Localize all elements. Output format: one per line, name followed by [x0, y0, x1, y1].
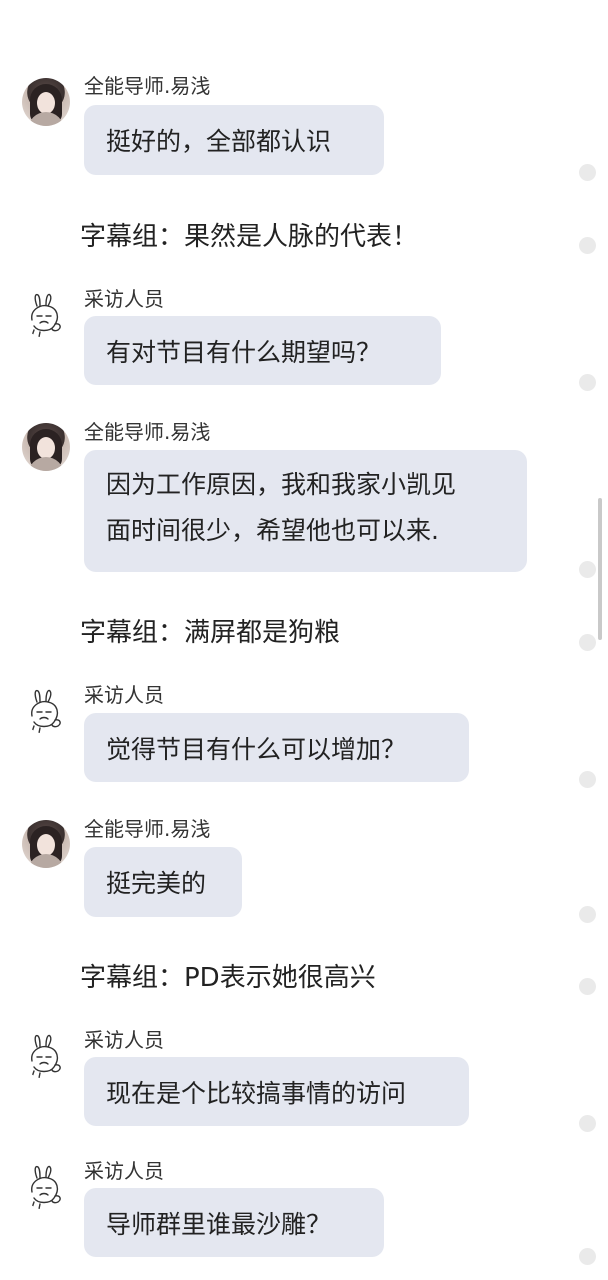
sender-name: 采访人员 [84, 1028, 164, 1052]
sender-name: 采访人员 [84, 287, 164, 311]
avatar[interactable] [22, 78, 70, 126]
subtitle-note: 字幕组：果然是人脉的代表！ [80, 222, 419, 252]
bunny-icon [31, 1165, 61, 1210]
subtitle-note: 字幕组：PD表示她很高兴 [80, 963, 376, 993]
selection-circle-icon[interactable] [579, 771, 596, 788]
avatar[interactable] [22, 290, 70, 338]
selection-circle-icon[interactable] [579, 1248, 596, 1265]
sender-name: 采访人员 [84, 683, 164, 707]
selection-circle-icon[interactable] [579, 237, 596, 254]
avatar[interactable] [22, 423, 70, 471]
sender-name: 全能导师.易浅 [84, 817, 211, 841]
selection-circle-icon[interactable] [579, 906, 596, 923]
bunny-icon [31, 1034, 61, 1079]
selection-circle-icon[interactable] [579, 561, 596, 578]
avatar[interactable] [22, 820, 70, 868]
message-bubble[interactable]: 导师群里谁最沙雕？ [84, 1188, 384, 1257]
message-line: 面时间很少，希望他也可以来. [106, 516, 439, 545]
selection-circle-icon[interactable] [579, 978, 596, 995]
selection-circle-icon[interactable] [579, 1115, 596, 1132]
sender-name: 全能导师.易浅 [84, 420, 211, 444]
bunny-icon [31, 293, 61, 338]
selection-circle-icon[interactable] [579, 164, 596, 181]
message-bubble[interactable]: 有对节目有什么期望吗？ [84, 316, 441, 385]
avatar[interactable] [22, 1162, 70, 1210]
avatar[interactable] [22, 686, 70, 734]
message-line: 因为工作原因，我和我家小凯见 [106, 470, 457, 499]
selection-circle-icon[interactable] [579, 374, 596, 391]
selection-circle-icon[interactable] [579, 634, 596, 651]
sender-name: 全能导师.易浅 [84, 74, 211, 98]
message-bubble[interactable]: 因为工作原因，我和我家小凯见 面时间很少，希望他也可以来. [84, 450, 527, 572]
avatar[interactable] [22, 1031, 70, 1079]
bunny-icon [31, 689, 61, 734]
message-bubble[interactable]: 挺好的，全部都认识 [84, 105, 384, 175]
subtitle-note: 字幕组：满屏都是狗粮 [80, 618, 341, 648]
message-bubble[interactable]: 现在是个比较搞事情的访问 [84, 1057, 469, 1126]
sender-name: 采访人员 [84, 1159, 164, 1183]
message-bubble[interactable]: 觉得节目有什么可以增加？ [84, 713, 469, 782]
scrollbar[interactable] [598, 498, 602, 640]
message-bubble[interactable]: 挺完美的 [84, 847, 242, 917]
